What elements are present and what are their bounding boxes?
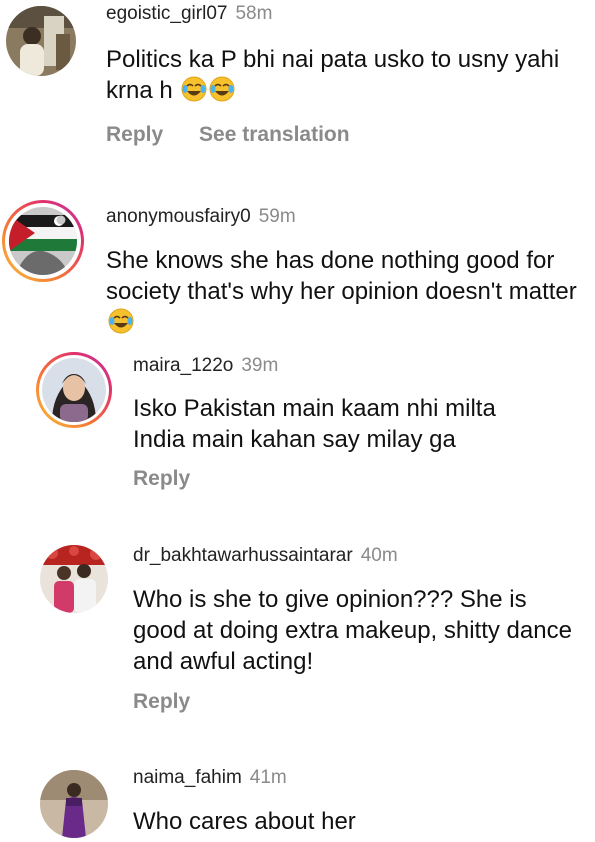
- timestamp: 41m: [249, 767, 287, 788]
- username[interactable]: maira_122o: [133, 355, 233, 376]
- username[interactable]: egoistic_girl07: [106, 3, 227, 24]
- see-translation-button[interactable]: See translation: [199, 123, 350, 146]
- tears-of-joy-emoji: [209, 76, 235, 102]
- username[interactable]: anonymousfairy0: [106, 206, 251, 227]
- avatar[interactable]: [6, 6, 76, 76]
- reply-button[interactable]: Reply: [133, 467, 190, 490]
- avatar[interactable]: [40, 770, 108, 838]
- comment-text: Who is she to give opinion??? She is goo…: [133, 586, 572, 675]
- avatar[interactable]: [42, 358, 106, 422]
- reply-button[interactable]: Reply: [133, 690, 190, 713]
- comment-text: Who cares about her: [133, 808, 356, 835]
- username[interactable]: naima_fahim: [133, 767, 242, 788]
- timestamp: 58m: [235, 3, 273, 24]
- comment-text: Isko Pakistan main kaam nhi milta India …: [133, 395, 496, 453]
- comment-text: Politics ka P bhi nai pata usko to usny …: [106, 46, 560, 104]
- tears-of-joy-emoji: [181, 76, 207, 102]
- timestamp: 59m: [258, 206, 296, 227]
- timestamp: 40m: [360, 545, 398, 566]
- tears-of-joy-emoji: [108, 308, 134, 334]
- reply-button[interactable]: Reply: [106, 123, 163, 146]
- comment-text: She knows she has done nothing good for …: [106, 245, 592, 338]
- timestamp: 39m: [241, 355, 279, 376]
- avatar[interactable]: [40, 545, 108, 613]
- avatar[interactable]: [9, 207, 77, 275]
- username[interactable]: dr_bakhtawarhussaintarar: [133, 545, 353, 566]
